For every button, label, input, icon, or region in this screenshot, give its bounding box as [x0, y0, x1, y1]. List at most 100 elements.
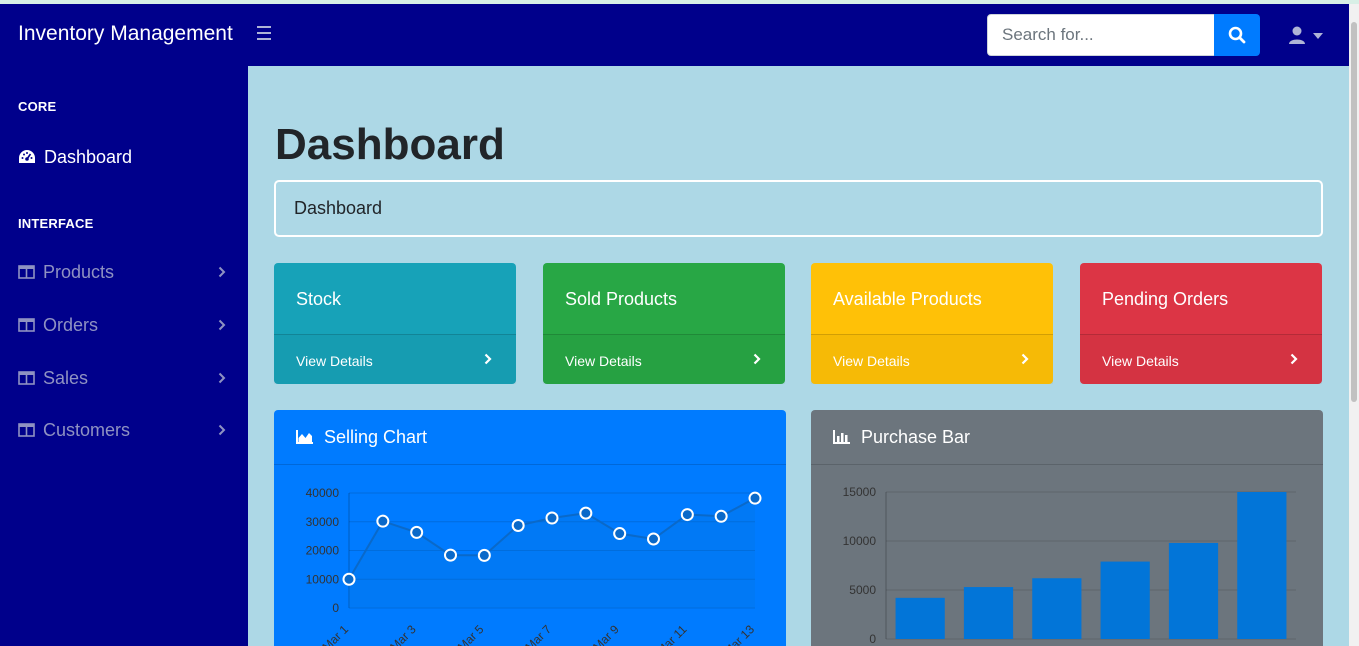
sidebar-item-label: Customers	[43, 419, 131, 440]
data-point	[714, 509, 728, 523]
data-point	[511, 518, 525, 532]
y-tick-label: 20000	[306, 544, 340, 558]
chevron-right-icon	[1021, 353, 1029, 365]
view-details-label: View Details	[833, 353, 910, 369]
columns-icon	[18, 371, 35, 385]
card-sold-products: Sold Products View Details	[543, 263, 785, 384]
view-details-label: View Details	[565, 353, 642, 369]
sidebar-heading-core: CORE	[18, 99, 57, 114]
y-tick-label: 5000	[849, 583, 876, 597]
data-point	[545, 511, 559, 525]
sidebar-nav: CORE Dashboard INTERFACE Products Orders	[0, 66, 248, 646]
top-navbar: Inventory Management	[0, 4, 1349, 66]
bar	[1168, 542, 1219, 639]
columns-icon	[18, 423, 35, 437]
y-tick-label: 10000	[843, 534, 877, 548]
x-tick-label: Mar 3	[387, 622, 419, 646]
x-tick-label: Mar 11	[654, 622, 690, 646]
panel-title: Purchase Bar	[861, 426, 971, 447]
data-point	[376, 514, 390, 528]
card-title: Stock	[296, 289, 342, 309]
area-chart-icon	[296, 430, 313, 444]
sidebar-item-products[interactable]: Products	[0, 252, 248, 292]
view-details-link[interactable]: View Details	[1080, 334, 1322, 384]
chevron-right-icon	[753, 353, 761, 365]
caret-down-icon	[1313, 33, 1323, 39]
scrollbar-thumb[interactable]	[1351, 22, 1357, 402]
x-tick-label: Mar 13	[721, 622, 758, 646]
view-details-link[interactable]: View Details	[274, 334, 516, 384]
y-tick-label: 0	[869, 632, 876, 646]
card-pending-orders: Pending Orders View Details	[1080, 263, 1322, 384]
user-icon	[1289, 26, 1305, 44]
y-tick-label: 10000	[306, 572, 340, 586]
columns-icon	[18, 318, 35, 332]
bar	[1100, 561, 1150, 639]
data-point	[410, 525, 424, 539]
data-point	[748, 491, 762, 505]
panel-header: Purchase Bar	[811, 410, 1323, 465]
chevron-right-icon	[218, 424, 226, 436]
sidebar-item-orders[interactable]: Orders	[0, 305, 248, 345]
sidebar-item-customers[interactable]: Customers	[0, 410, 248, 450]
dashboard-icon	[19, 150, 35, 163]
view-details-link[interactable]: View Details	[543, 334, 785, 384]
x-tick-label: Mar 9	[590, 622, 622, 646]
bar	[1237, 492, 1287, 639]
data-point	[613, 527, 627, 541]
sidebar-item-dashboard[interactable]: Dashboard	[0, 137, 248, 177]
search-input[interactable]	[987, 14, 1215, 56]
chevron-right-icon	[1290, 353, 1298, 365]
card-title: Available Products	[833, 289, 982, 309]
card-stock: Stock View Details	[274, 263, 516, 384]
breadcrumb-item: Dashboard	[294, 198, 383, 218]
purchase-bar-chart: 0 5000 10000 15000	[843, 485, 1296, 646]
brand-title[interactable]: Inventory Management	[18, 22, 233, 46]
bar	[895, 597, 945, 639]
sidebar-item-label: Orders	[43, 314, 99, 335]
sidebar-heading-interface: INTERFACE	[18, 216, 94, 231]
purchase-bar-panel: Purchase Bar 0 5000 10000 15000	[811, 410, 1323, 646]
data-point	[477, 548, 491, 562]
chevron-right-icon	[218, 319, 226, 331]
bar	[1032, 578, 1082, 639]
chevron-right-icon	[218, 372, 226, 384]
data-point	[579, 506, 593, 520]
panel-header: Selling Chart	[274, 410, 786, 465]
sidebar-item-sales[interactable]: Sales	[0, 358, 248, 398]
page-scrollbar[interactable]	[1349, 4, 1359, 646]
sidebar-item-label: Dashboard	[44, 146, 133, 167]
x-tick-label: Mar 7	[523, 622, 555, 646]
chevron-right-icon	[218, 266, 226, 278]
panel-title: Selling Chart	[324, 426, 428, 447]
y-tick-label: 0	[332, 601, 339, 615]
breadcrumb: Dashboard	[274, 180, 1323, 237]
view-details-link[interactable]: View Details	[811, 334, 1053, 384]
view-details-label: View Details	[1102, 353, 1179, 369]
y-tick-label: 15000	[843, 485, 877, 499]
bar-chart-icon	[833, 430, 850, 444]
data-point	[680, 508, 694, 522]
card-title: Sold Products	[565, 289, 678, 309]
page-title: Dashboard	[275, 120, 505, 169]
y-tick-label: 40000	[306, 486, 340, 500]
selling-chart-panel: Selling Chart 0 10000 20000 30000 40000 Mar 1…	[274, 410, 786, 646]
sidebar-toggle-icon[interactable]	[257, 26, 271, 40]
data-point	[444, 548, 457, 562]
data-point	[647, 532, 660, 546]
x-tick-label: Mar 5	[455, 622, 487, 646]
chevron-right-icon	[484, 353, 492, 365]
sidebar-item-label: Sales	[43, 367, 89, 388]
search-button[interactable]	[1214, 14, 1260, 56]
selling-line-chart: 0 10000 20000 30000 40000 Mar 1 Mar 3 Mar 5 Mar …	[306, 486, 762, 646]
y-tick-label: 30000	[306, 515, 340, 529]
card-available-products: Available Products View Details	[811, 263, 1053, 384]
view-details-label: View Details	[296, 353, 373, 369]
sidebar-item-label: Products	[43, 261, 115, 282]
data-point	[342, 572, 356, 586]
card-title: Pending Orders	[1102, 289, 1229, 309]
user-menu-dropdown[interactable]	[1287, 25, 1327, 47]
bar	[963, 587, 1014, 639]
search-icon	[1228, 26, 1246, 44]
columns-icon	[18, 265, 35, 279]
